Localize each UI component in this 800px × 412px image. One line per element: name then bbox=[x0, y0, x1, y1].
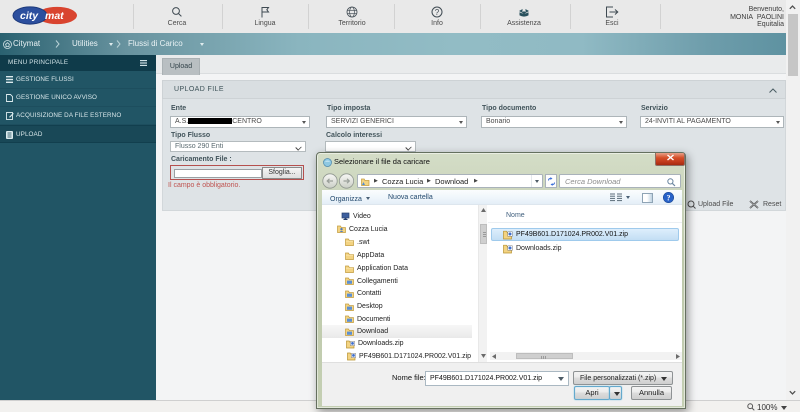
svg-text:city: city bbox=[20, 10, 39, 22]
svg-text:?: ? bbox=[667, 193, 671, 202]
svg-text:mat: mat bbox=[45, 10, 64, 22]
svg-text:?: ? bbox=[435, 8, 440, 17]
